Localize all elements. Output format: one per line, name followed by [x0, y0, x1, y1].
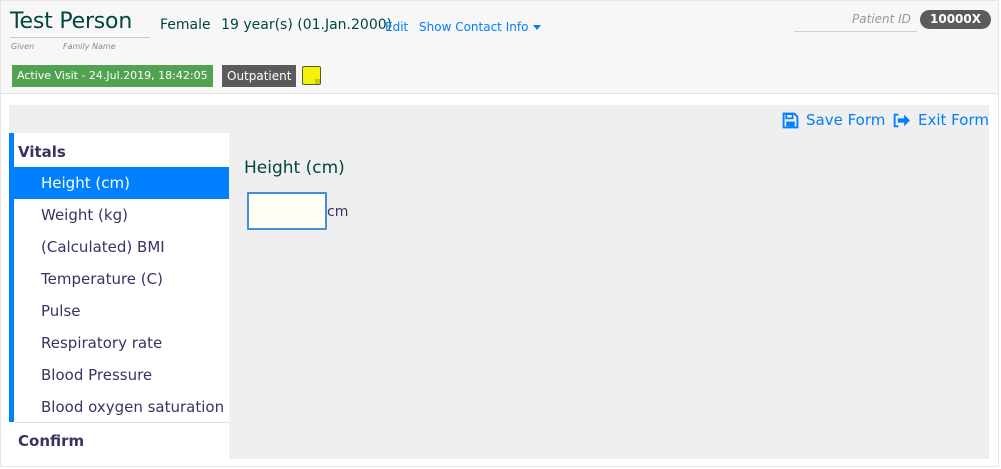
given-name: Test [10, 9, 53, 34]
show-contact-info-label: Show Contact Info [419, 20, 529, 34]
form-content: Vitals Height (cm) Weight (kg) (Calculat… [9, 133, 989, 459]
save-form-label: Save Form [806, 111, 886, 129]
patient-id-label: Patient ID [852, 12, 911, 26]
given-label: Given [11, 42, 35, 51]
gender: Female [160, 17, 211, 33]
visit-type-badge: Outpatient [222, 65, 297, 87]
family-label: Family Name [63, 42, 116, 51]
age-dob: 19 year(s) (01.Jan.2000) [221, 17, 393, 33]
section-confirm[interactable]: Confirm [18, 432, 84, 450]
exit-form-label: Exit Form [918, 111, 989, 129]
exit-form-button[interactable]: Exit Form [892, 111, 989, 129]
active-visit-badge[interactable]: Active Visit - 24.Jul.2019, 18:42:05 [12, 65, 213, 87]
edit-link[interactable]: Edit [385, 20, 408, 34]
nav-item-respiratory-rate[interactable]: Respiratory rate [14, 327, 229, 359]
sign-out-icon [893, 113, 910, 127]
nav-item-blood-pressure[interactable]: Blood Pressure [14, 359, 229, 391]
section-vitals[interactable]: Vitals [18, 143, 66, 161]
sticky-note-icon[interactable] [302, 66, 321, 85]
save-form-button[interactable]: Save Form [782, 111, 885, 129]
nav-item-blood-oxygen[interactable]: Blood oxygen saturation [14, 391, 229, 423]
nav-item-weight[interactable]: Weight (kg) [14, 199, 229, 231]
family-name: Person [59, 9, 133, 34]
caret-down-icon [533, 25, 542, 30]
patient-name: Test Person [10, 9, 132, 34]
form-navigation: Vitals Height (cm) Weight (kg) (Calculat… [9, 133, 229, 459]
show-contact-info-link[interactable]: Show Contact Info [419, 20, 542, 34]
patient-header: Test Person Given Family Name Female 19 … [1, 1, 998, 94]
height-input[interactable] [247, 192, 327, 230]
patient-id-divider [794, 31, 917, 32]
confirm-divider [14, 422, 229, 423]
nav-item-height[interactable]: Height (cm) [14, 167, 229, 199]
form-toolbar: Save Form Exit Form [9, 105, 989, 133]
save-icon [782, 112, 799, 128]
question-label: Height (cm) [244, 158, 345, 178]
nav-item-pulse[interactable]: Pulse [14, 295, 229, 327]
name-labels: Given Family Name [10, 37, 150, 54]
unit-label: cm [327, 204, 349, 220]
nav-item-temperature[interactable]: Temperature (C) [14, 263, 229, 295]
patient-id-badge: 10000X [920, 10, 991, 29]
demographics: Female 19 year(s) (01.Jan.2000) [160, 17, 398, 33]
nav-item-bmi[interactable]: (Calculated) BMI [14, 231, 229, 263]
